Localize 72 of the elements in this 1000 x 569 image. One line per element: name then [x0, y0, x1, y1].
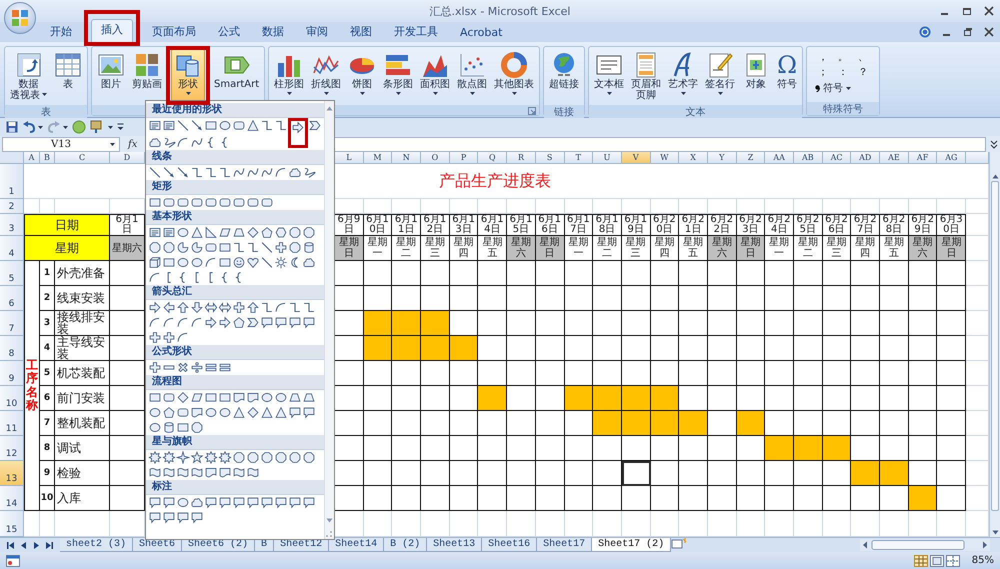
- weekday-cell: 星期三: [622, 236, 651, 261]
- task-number: 9: [40, 461, 55, 486]
- weekday-cell: 星期日: [937, 236, 966, 261]
- section-header: 箭头总汇: [146, 285, 324, 300]
- weekday-cell: 星期一: [564, 236, 594, 261]
- weekday-cell: 星期二: [392, 236, 422, 261]
- task-number: 7: [40, 411, 55, 436]
- date-cell: 6月13日: [450, 214, 478, 236]
- date-cell: 6月11日: [392, 214, 422, 236]
- group-label: 特殊符号: [823, 102, 864, 116]
- weekday-cell: 星期四: [851, 236, 880, 261]
- task-number: 1: [40, 261, 55, 286]
- task-name: 调试: [55, 436, 110, 461]
- header-cell: 星期: [24, 236, 110, 261]
- task-number: 5: [40, 361, 55, 386]
- date-cell: 6月18日: [593, 214, 622, 236]
- task-name: 接线排安装: [55, 311, 110, 336]
- window-title: 汇总.xlsx - Microsoft Excel: [430, 4, 570, 18]
- task-name: 机芯装配: [55, 361, 110, 386]
- section-header: 基本形状: [146, 210, 324, 225]
- weekday-cell: 星期四: [650, 236, 680, 261]
- section-header: 线条: [146, 150, 324, 165]
- task-number: 10: [40, 486, 55, 511]
- group-label: 文本: [686, 106, 706, 118]
- section-header: 流程图: [146, 375, 324, 390]
- weekday-cell: 星期日: [335, 236, 364, 261]
- date-cell: 6月26日: [822, 214, 852, 236]
- weekday-cell: 星期二: [593, 236, 622, 261]
- task-name: 入库: [55, 486, 110, 511]
- date-cell: 6月28日: [880, 214, 909, 236]
- weekday-cell: 星期四: [450, 236, 478, 261]
- weekday-cell: 星期一: [765, 236, 794, 261]
- section-header: 标注: [146, 480, 324, 495]
- date-cell: 6月25日: [794, 214, 823, 236]
- date-cell: 6月19日: [622, 214, 651, 236]
- date-cell: 6月24日: [765, 214, 794, 236]
- group-label: 链接: [554, 106, 574, 118]
- process-label: 工序名称: [24, 261, 40, 511]
- header-cell: 日期: [24, 214, 110, 236]
- task-name: 主导线安装: [55, 336, 110, 361]
- task-number: 6: [40, 386, 55, 411]
- weekday-cell: 星期二: [794, 236, 823, 261]
- section-header: 矩形: [146, 180, 324, 195]
- weekday-cell: 星期日: [736, 236, 766, 261]
- task-name: 线束安装: [55, 286, 110, 311]
- section-header: 公式形状: [146, 345, 324, 360]
- task-name: 前门安装: [55, 386, 110, 411]
- weekday-cell: 星期一: [364, 236, 392, 261]
- weekday-cell: 星期三: [822, 236, 852, 261]
- date-cell: 6月27日: [851, 214, 880, 236]
- weekday-cell: 星期六: [708, 236, 737, 261]
- task-name: 外壳准备: [55, 261, 110, 286]
- section-header: 星与旗帜: [146, 435, 324, 450]
- weekday-cell: 星期六: [507, 236, 536, 261]
- group-label: 表: [41, 106, 51, 118]
- weekday-cell: 星期日: [536, 236, 564, 261]
- task-number: 4: [40, 336, 55, 361]
- date-cell: 6月20日: [650, 214, 680, 236]
- weekday-cell: 星期六: [110, 236, 145, 261]
- weekday-cell: 星期三: [421, 236, 450, 261]
- date-cell: 6月12日: [421, 214, 450, 236]
- task-number: 3: [40, 311, 55, 336]
- task-name: 整机装配: [55, 411, 110, 436]
- date-cell: 6月10日: [364, 214, 392, 236]
- omega-icon: Ω: [777, 51, 798, 79]
- date-cell: 6月21日: [679, 214, 708, 236]
- date-cell: 6月17日: [564, 214, 594, 236]
- task-name: 检验: [55, 461, 110, 486]
- task-number: 2: [40, 286, 55, 311]
- weekday-cell: 星期六: [908, 236, 938, 261]
- task-number: 8: [40, 436, 55, 461]
- date-cell: 6月14日: [478, 214, 508, 236]
